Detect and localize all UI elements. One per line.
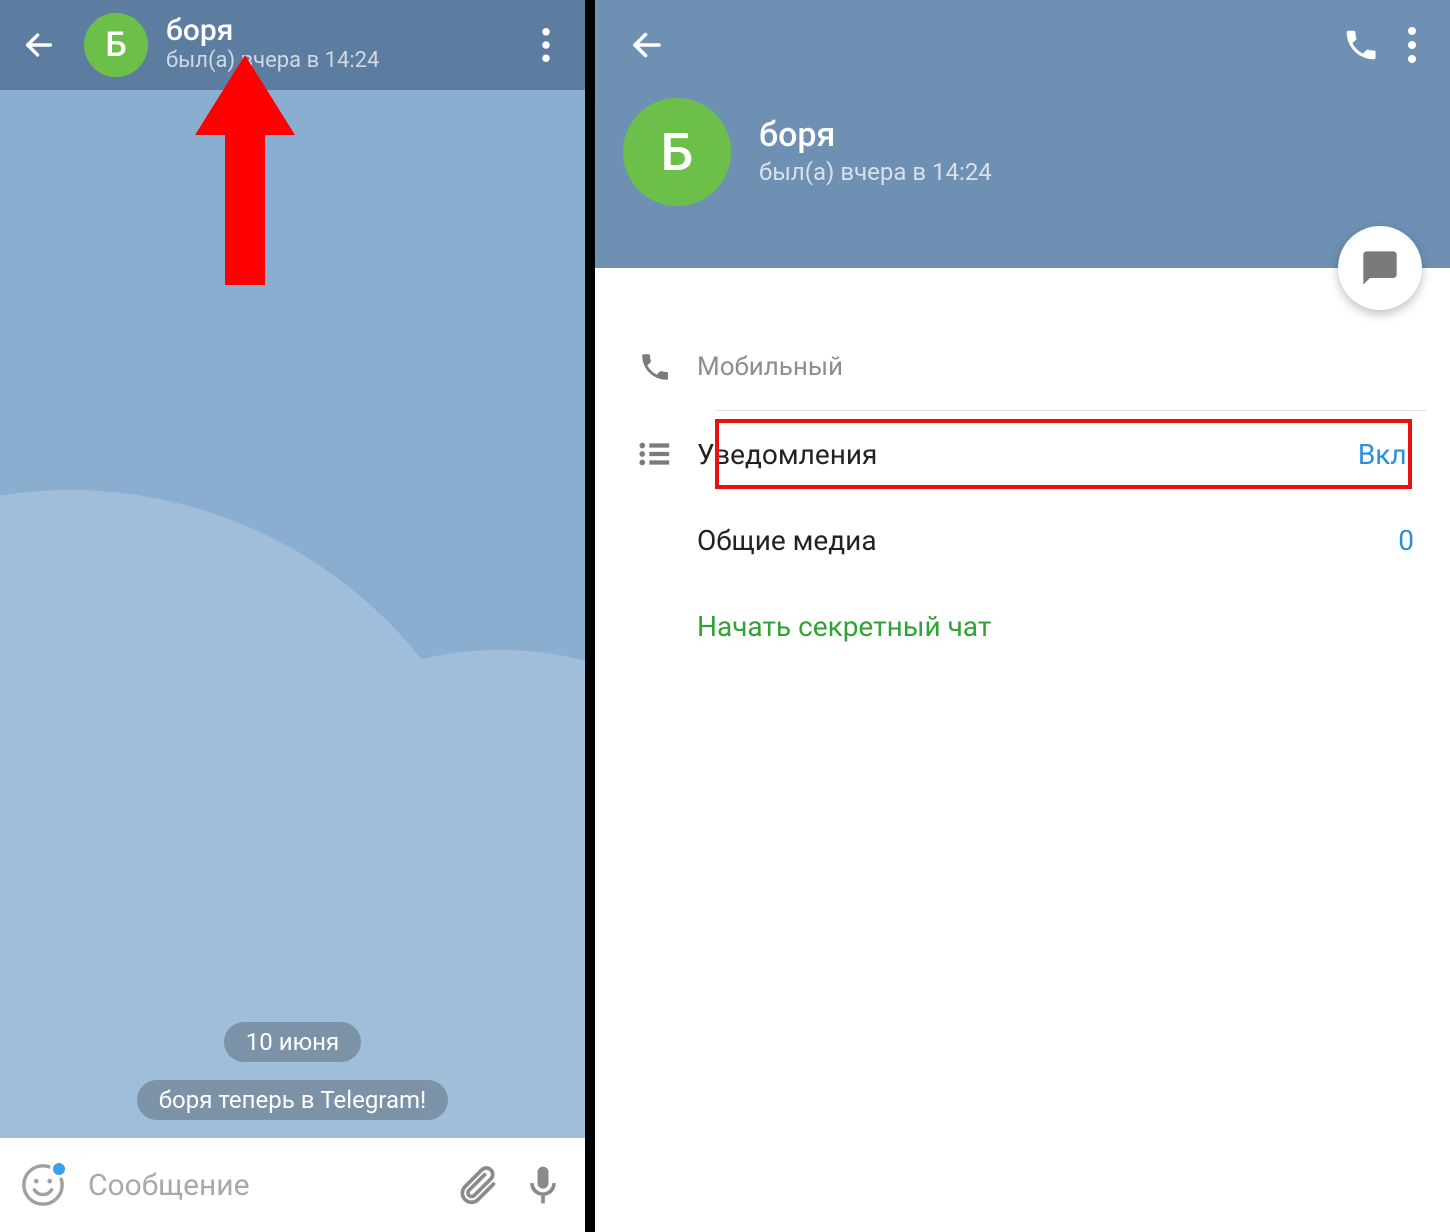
- phone-row[interactable]: Мобильный: [619, 324, 1426, 410]
- call-icon[interactable]: [1342, 26, 1380, 64]
- attach-icon[interactable]: [455, 1163, 499, 1207]
- chat-subtitle: был(а) вчера в 14:24: [166, 47, 525, 76]
- profile-body: Мобильный Уведомления Вкл. Общие медиа 0: [595, 268, 1450, 669]
- avatar[interactable]: Б: [623, 98, 731, 206]
- date-bubble: 10 июня: [224, 1022, 361, 1062]
- profile-header: Б боря был(а) вчера в 14:24: [595, 0, 1450, 268]
- more-icon[interactable]: [525, 28, 567, 62]
- chat-title: боря: [166, 14, 525, 47]
- profile-info[interactable]: Б боря был(а) вчера в 14:24: [615, 98, 1430, 206]
- secret-chat-row[interactable]: Начать секретный чат: [619, 583, 1426, 669]
- shared-media-label: Общие медиа: [697, 524, 1398, 557]
- profile-titles: боря был(а) вчера в 14:24: [759, 115, 992, 189]
- shared-media-row[interactable]: Общие медиа 0: [619, 497, 1426, 583]
- message-input[interactable]: Сообщение: [88, 1168, 433, 1203]
- back-icon[interactable]: [629, 27, 665, 63]
- chat-header: Б боря был(а) вчера в 14:24: [0, 0, 585, 90]
- chat-screen: Б боря был(а) вчера в 14:24 10 июня боря…: [0, 0, 595, 1232]
- chat-body[interactable]: 10 июня боря теперь в Telegram!: [0, 90, 585, 1138]
- avatar[interactable]: Б: [84, 13, 148, 77]
- chat-input-bar: Сообщение: [0, 1138, 585, 1232]
- service-area: 10 июня боря теперь в Telegram!: [0, 1022, 585, 1120]
- mobile-label: Мобильный: [697, 352, 843, 382]
- emoji-button[interactable]: [20, 1162, 66, 1208]
- profile-screen: Б боря был(а) вчера в 14:24 Мобильный: [595, 0, 1450, 1232]
- emoji-notification-dot: [50, 1160, 68, 1178]
- more-icon[interactable]: [1408, 27, 1416, 63]
- avatar-letter: Б: [661, 122, 694, 183]
- profile-subtitle: был(а) вчера в 14:24: [759, 156, 992, 190]
- list-icon: [619, 440, 691, 468]
- notifications-row[interactable]: Уведомления Вкл.: [619, 411, 1426, 497]
- annotation-highlight: [715, 419, 1412, 489]
- service-message: боря теперь в Telegram!: [137, 1080, 449, 1120]
- chat-header-titles[interactable]: боря был(а) вчера в 14:24: [166, 14, 525, 76]
- avatar-letter: Б: [105, 25, 126, 65]
- mic-icon[interactable]: [521, 1163, 565, 1207]
- profile-title: боря: [759, 115, 992, 156]
- back-icon[interactable]: [18, 28, 60, 62]
- shared-media-value: 0: [1398, 524, 1420, 557]
- phone-icon: [619, 350, 691, 384]
- profile-toolbar: [615, 10, 1430, 80]
- secret-chat-label: Начать секретный чат: [697, 610, 991, 643]
